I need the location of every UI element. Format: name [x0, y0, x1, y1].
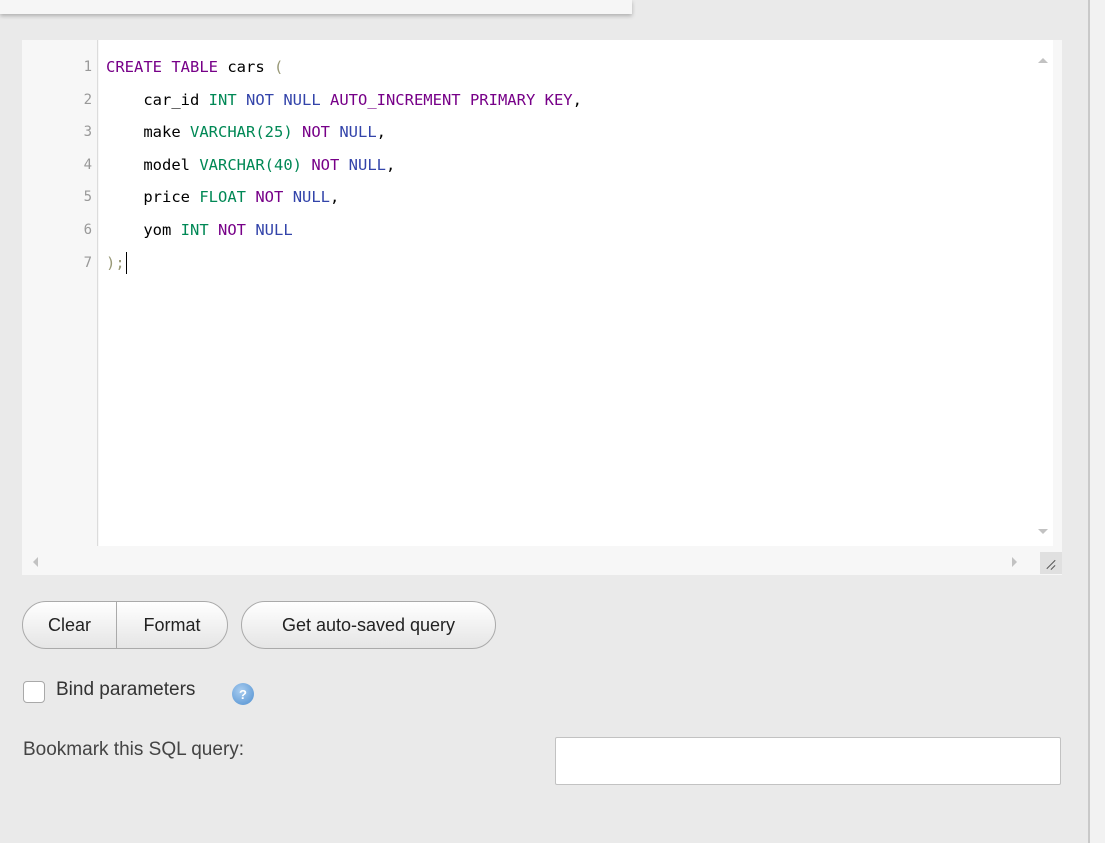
bookmark-input[interactable] — [555, 737, 1061, 785]
code-token: NULL — [348, 155, 386, 174]
code-token: NOT — [218, 221, 246, 239]
line-number: 7 — [83, 254, 92, 271]
code-text: model VARCHAR(40) NOT NULL, — [106, 149, 395, 181]
code-token: NOT NULL — [246, 90, 321, 109]
code-token: make — [106, 123, 190, 142]
code-token: NULL — [292, 188, 331, 207]
sql-editor[interactable]: 1 CREATE TABLE cars (2 car_id INT NOT NUL… — [22, 40, 1062, 575]
code-token: yom — [106, 221, 181, 239]
code-token: INT — [208, 90, 237, 109]
code-token: NULL — [255, 221, 293, 239]
get-auto-saved-query-button[interactable]: Get auto-saved query — [241, 601, 496, 649]
scroll-left-arrow-icon[interactable] — [33, 557, 38, 567]
bookmark-label: Bookmark this SQL query: — [23, 739, 245, 760]
format-button[interactable]: Format — [116, 601, 228, 649]
code-token: NOT — [255, 188, 284, 207]
code-text: CREATE TABLE cars ( — [106, 51, 283, 83]
code-token: VARCHAR(40) — [199, 155, 302, 174]
code-token: price — [106, 188, 200, 207]
bind-parameters-label: Bind parameters — [56, 679, 196, 700]
code-token: ( — [274, 58, 284, 76]
code-text: ); — [106, 247, 127, 279]
code-text: yom INT NOT NULL — [106, 214, 293, 246]
code-token: model — [106, 155, 200, 174]
code-token: NULL — [339, 123, 377, 142]
code-token: , — [330, 188, 340, 207]
code-token: TABLE — [171, 58, 219, 76]
resize-handle-icon[interactable] — [1040, 552, 1062, 574]
code-token: VARCHAR(25) — [190, 123, 293, 142]
text-cursor — [125, 252, 127, 275]
code-token: NOT — [311, 155, 340, 174]
code-token: car_id — [106, 90, 209, 109]
right-panel-strip — [1090, 0, 1105, 843]
code-token: , — [376, 123, 387, 142]
bind-parameters-checkbox[interactable] — [23, 681, 45, 703]
scroll-right-arrow-icon[interactable] — [1012, 557, 1017, 567]
line-number: 6 — [83, 222, 92, 238]
scroll-down-arrow-icon[interactable] — [1038, 529, 1048, 534]
code-token: FLOAT — [199, 188, 246, 207]
code-token: ); — [106, 253, 125, 272]
help-icon[interactable]: ? — [232, 683, 254, 705]
code-token: NOT — [302, 123, 330, 142]
code-token: cars — [218, 58, 275, 76]
top-tab-panel — [0, 0, 632, 14]
code-token: , — [572, 90, 582, 109]
line-number: 2 — [83, 91, 92, 108]
scroll-up-arrow-icon[interactable] — [1038, 58, 1048, 63]
code-token: AUTO_INCREMENT PRIMARY KEY — [320, 90, 573, 109]
clear-button[interactable]: Clear — [22, 601, 117, 649]
code-text: car_id INT NOT NULL AUTO_INCREMENT PRIMA… — [106, 84, 582, 116]
line-number: 5 — [83, 189, 92, 206]
code-token: , — [386, 155, 396, 174]
code-token: CREATE — [106, 58, 162, 76]
line-number: 3 — [83, 124, 92, 141]
code-text: price FLOAT NOT NULL, — [106, 181, 339, 213]
code-token: INT — [180, 221, 209, 239]
line-number: 4 — [83, 156, 92, 173]
line-number: 1 — [83, 59, 92, 75]
code-text: make VARCHAR(25) NOT NULL, — [106, 116, 386, 148]
